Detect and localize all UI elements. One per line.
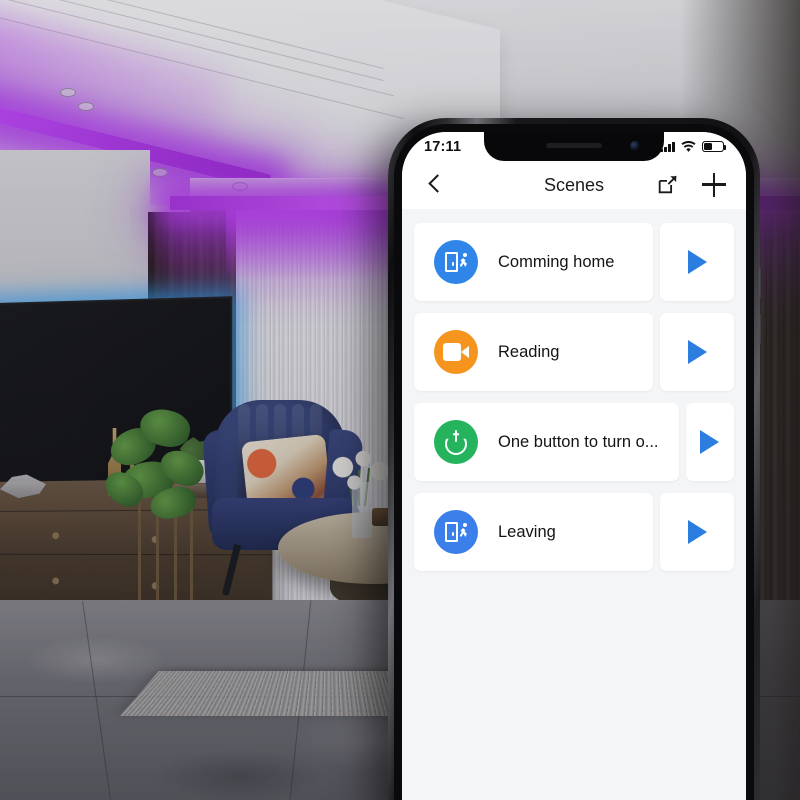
status-indicators	[660, 140, 727, 153]
list-item: One button to turn o...	[414, 403, 734, 481]
earpiece-speaker-icon	[546, 143, 602, 148]
play-triangle-icon	[700, 430, 720, 454]
scene-card-leaving[interactable]: Leaving	[414, 493, 653, 571]
volume-down-button[interactable]	[759, 314, 762, 344]
scene-label: Comming home	[498, 252, 615, 271]
back-button[interactable]	[422, 172, 448, 198]
play-button[interactable]	[660, 313, 734, 391]
scene-label: One button to turn o...	[498, 432, 659, 451]
edit-square-icon[interactable]	[656, 174, 678, 196]
scenes-list: Comming home Reading One button to turn …	[402, 209, 746, 800]
door-person-entering-icon	[434, 240, 478, 284]
power-icon	[434, 420, 478, 464]
phone-notch	[484, 132, 664, 161]
play-triangle-icon	[687, 520, 707, 544]
play-triangle-icon	[687, 340, 707, 364]
scene-card-comming-home[interactable]: Comming home	[414, 223, 653, 301]
list-item: Reading	[414, 313, 734, 391]
plus-icon[interactable]	[702, 173, 726, 197]
front-camera-icon	[630, 141, 640, 151]
volume-up-button[interactable]	[759, 268, 762, 298]
video-camera-icon	[434, 330, 478, 374]
smartphone-mockup: 17:11 Scenes Comming home Reading One bu…	[388, 118, 762, 800]
door-person-leaving-icon	[434, 510, 478, 554]
battery-icon	[702, 141, 727, 152]
downlight-icon	[60, 88, 76, 97]
list-item: Comming home	[414, 223, 734, 301]
scene-label: Leaving	[498, 522, 556, 541]
navigation-bar: Scenes	[402, 161, 746, 209]
status-clock: 17:11	[424, 138, 462, 155]
downlight-icon	[78, 102, 94, 111]
play-button[interactable]	[685, 403, 734, 481]
nav-actions	[656, 173, 726, 197]
scene-card-reading[interactable]: Reading	[414, 313, 653, 391]
play-triangle-icon	[687, 250, 707, 274]
wifi-icon	[681, 140, 696, 152]
glass-vase	[352, 482, 372, 538]
scene-card-one-button[interactable]: One button to turn o...	[414, 403, 679, 481]
scene-label: Reading	[498, 342, 560, 361]
play-button[interactable]	[660, 493, 734, 571]
list-item: Leaving	[414, 493, 734, 571]
downlight-icon	[232, 182, 248, 191]
downlight-icon	[152, 168, 168, 177]
play-button[interactable]	[660, 223, 734, 301]
phone-screen: 17:11 Scenes Comming home Reading One bu…	[402, 132, 746, 800]
